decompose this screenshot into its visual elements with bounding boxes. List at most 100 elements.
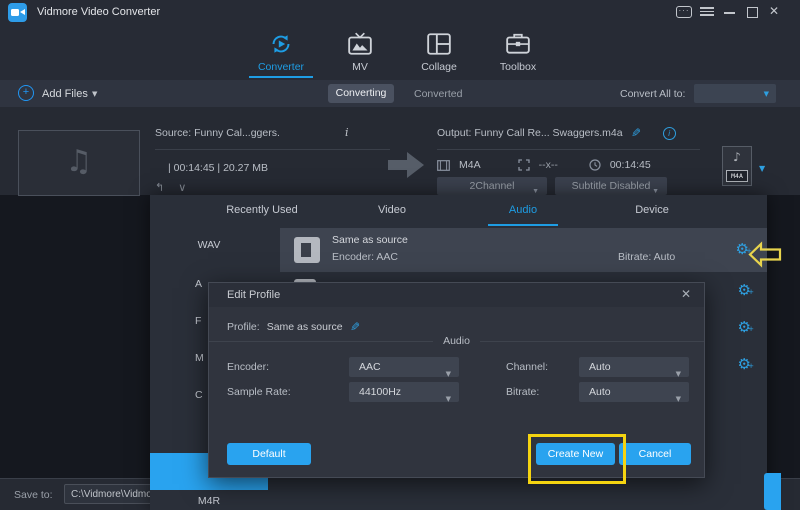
profile-row-same-as-source[interactable]: Same as source Encoder: AAC Bitrate: Aut… [280, 228, 767, 272]
sample-rate-select[interactable]: 44100Hz ▼ [349, 382, 459, 402]
titlebar: Vidmore Video Converter ··· ✕ [0, 0, 800, 25]
tab-collage[interactable]: Collage [399, 31, 479, 73]
tab-recently-used[interactable]: Recently Used [197, 204, 327, 216]
chevron-down-icon: ▼ [446, 389, 451, 409]
sidebar-item-partial[interactable]: M [195, 352, 204, 364]
chevron-down-icon: ▼ [764, 90, 769, 98]
media-item-row: ♫ Source: Funny Cal...ggers. i | 00:14:4… [0, 107, 800, 195]
source-meta: | 00:14:45 | 20.27 MB [168, 162, 268, 174]
chevron-down-icon: ▼ [676, 364, 681, 384]
chevron-down-icon: ▼ [676, 389, 681, 409]
divider [437, 149, 700, 150]
active-tab-underline [249, 76, 313, 78]
sample-rate-label: Sample Rate: [227, 386, 291, 398]
minimize-button[interactable] [724, 12, 735, 14]
feedback-icon[interactable]: ··· [676, 6, 692, 18]
close-button[interactable]: ✕ [769, 4, 779, 18]
subtitle-select[interactable]: Subtitle Disabled ▼ [555, 177, 667, 195]
convert-all-select[interactable]: ▼ [694, 84, 776, 103]
resolution-icon [518, 159, 530, 171]
source-filename: Source: Funny Cal...ggers. [155, 127, 280, 139]
bitrate-select[interactable]: Auto ▼ [579, 382, 689, 402]
main-nav: Converter MV Collage [0, 25, 800, 80]
dialog-close-icon[interactable]: ✕ [681, 287, 691, 301]
dialog-header [209, 283, 704, 307]
add-files-button[interactable]: Add Files [42, 88, 88, 100]
encoder-label: Encoder: [227, 361, 269, 373]
output-duration: 00:14:45 [610, 159, 651, 171]
bitrate-label: Bitrate: [506, 386, 539, 398]
clock-icon [589, 159, 601, 171]
format-badge: M4A [726, 170, 748, 182]
dialog-title: Edit Profile [227, 289, 280, 301]
cancel-button[interactable]: Cancel [619, 443, 691, 465]
default-button[interactable]: Default [227, 443, 311, 465]
convert-all-to-label: Convert All to: [620, 88, 685, 100]
source-tool-icons[interactable]: ↰∨ [155, 181, 200, 194]
app-logo-icon [8, 3, 27, 22]
source-info-icon[interactable]: i [345, 126, 349, 139]
tab-video[interactable]: Video [327, 204, 457, 216]
channel-select[interactable]: 2Channel ▼ [437, 177, 547, 195]
tab-mv[interactable]: MV [320, 31, 400, 73]
tab-converting[interactable]: Converting [328, 84, 394, 103]
gear-settings-icon[interactable]: ⚙+ [736, 242, 749, 257]
add-files-plus-icon[interactable]: + [18, 85, 34, 101]
output-meta-row: M4A --x-- 00:14:45 [437, 159, 651, 171]
edit-output-name-icon[interactable]: ✎ [631, 126, 641, 140]
format-frame-icon [437, 160, 450, 171]
add-files-caret-icon[interactable]: ▼ [92, 90, 97, 98]
converter-icon [268, 31, 294, 57]
music-note-icon: ♫ [66, 144, 93, 179]
active-tab-underline [488, 224, 558, 226]
profile-file-icon [294, 237, 320, 263]
app-title: Vidmore Video Converter [37, 6, 160, 18]
channel-label: Channel: [506, 361, 548, 373]
profile-bitrate: Bitrate: Auto [618, 251, 675, 263]
tab-converter[interactable]: Converter [241, 31, 321, 73]
output-format: M4A [459, 159, 481, 171]
convert-direction-arrow-icon [388, 152, 424, 178]
sidebar-item-partial[interactable]: A [195, 278, 202, 290]
edit-profile-dialog: Edit Profile ✕ Profile: Same as source ✎… [208, 282, 705, 478]
mv-icon [347, 31, 373, 57]
output-resolution: --x-- [539, 159, 558, 171]
gear-settings-icon[interactable]: ⚙+ [738, 283, 751, 298]
music-note-icon: ♪ [723, 147, 751, 167]
output-info-icon[interactable]: i [663, 127, 676, 140]
profile-label: Profile: [227, 321, 260, 333]
encoder-select[interactable]: AAC ▼ [349, 357, 459, 377]
sidebar-item-partial[interactable]: F [195, 315, 201, 327]
toolbar: + Add Files ▼ Converting Converted Conve… [0, 80, 800, 107]
output-filename: Output: Funny Call Re... Swaggers.m4a [437, 127, 623, 139]
format-dropdown-caret[interactable]: ▼ [759, 164, 765, 173]
tab-device[interactable]: Device [587, 204, 717, 216]
save-to-label: Save to: [14, 489, 53, 501]
divider [155, 149, 390, 150]
channel-select[interactable]: Auto ▼ [579, 357, 689, 377]
tab-converted[interactable]: Converted [414, 88, 462, 100]
profile-title: Same as source [332, 234, 408, 246]
convert-all-button-partial[interactable] [764, 473, 781, 510]
annotation-arrow-icon [748, 241, 782, 268]
maximize-button[interactable] [747, 7, 758, 18]
source-thumbnail: ♫ [18, 130, 140, 196]
collage-icon [426, 31, 452, 57]
tab-toolbox[interactable]: Toolbox [478, 31, 558, 73]
tab-audio[interactable]: Audio [458, 204, 588, 216]
app-window: ♫ Source: Funny Cal...ggers. i | 00:14:4… [0, 0, 800, 510]
toolbox-icon [505, 31, 531, 57]
gear-settings-icon[interactable]: ⚙+ [738, 357, 751, 372]
gear-settings-icon[interactable]: ⚙+ [738, 320, 751, 335]
annotation-highlight-box [528, 434, 626, 484]
edit-profile-name-icon[interactable]: ✎ [350, 320, 360, 334]
menu-icon[interactable] [700, 7, 714, 17]
profile-value: Same as source [267, 321, 343, 333]
chevron-down-icon: ▼ [446, 364, 451, 384]
profile-encoder: Encoder: AAC [332, 251, 398, 263]
sidebar-item-partial[interactable]: C [195, 389, 203, 401]
output-format-thumbnail[interactable]: ♪ M4A [722, 146, 752, 186]
sidebar-item-m4r[interactable]: M4R [150, 495, 268, 507]
audio-section-header: Audio [209, 335, 704, 347]
sidebar-item-wav[interactable]: WAV [150, 239, 268, 251]
